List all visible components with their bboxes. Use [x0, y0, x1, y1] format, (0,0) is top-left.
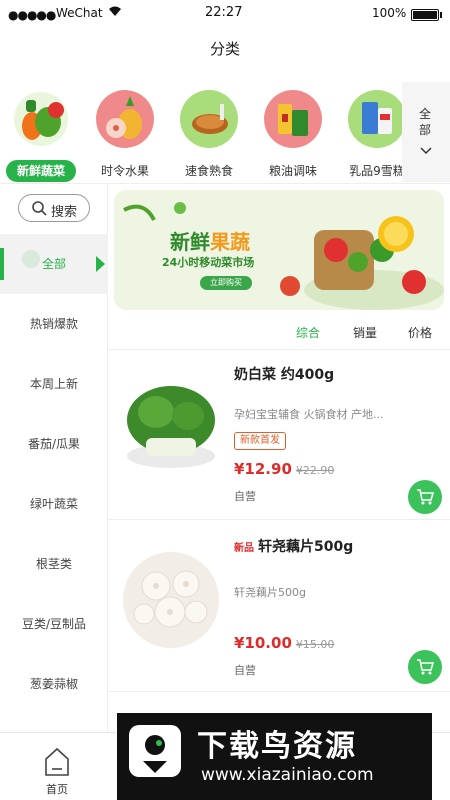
sidebar-item-all[interactable]: 全部: [0, 234, 108, 294]
product-tag: 新品: [234, 543, 254, 554]
status-bar: ●●●●● WeChat 22:27 100%: [0, 0, 450, 28]
product-badge: 新款首发: [234, 432, 286, 450]
category-strip: 新鲜蔬菜 时令水果 速食熟食 粮油调味 乳品9雪糕: [0, 82, 450, 182]
category-label: 速食熟食: [184, 164, 233, 178]
category-instant-food[interactable]: 速食熟食: [168, 90, 250, 182]
product-image: [116, 370, 226, 480]
product-image: [116, 542, 226, 652]
watermark-url: www.xiazainiao.com: [201, 765, 374, 785]
more-label: 全部: [418, 107, 431, 137]
category-grain-oil[interactable]: 粮油调味: [252, 90, 334, 182]
app-page: ●●●●● WeChat 22:27 100% 分类 新鲜蔬菜 时令水果 速食熟…: [0, 0, 450, 800]
sort-bar: 综合 销量 价格: [108, 314, 450, 350]
instant-food-image: [180, 90, 238, 148]
sidebar-item-label: 豆类/豆制品: [21, 617, 87, 631]
wifi-icon: [108, 5, 122, 20]
category-more-button[interactable]: 全部: [402, 82, 450, 182]
sidebar-item-tomato[interactable]: 番茄/瓜果: [0, 414, 108, 474]
sidebar-item-hot[interactable]: 热销爆款: [0, 294, 108, 354]
sidebar-item-label: 热销爆款: [29, 317, 78, 331]
product-desc: 孕妇宝宝辅食 火锅食材 产地...: [234, 408, 384, 421]
grain-oil-image: [264, 90, 322, 148]
sidebar-item-label: 葱姜蒜椒: [29, 677, 78, 691]
status-time: 22:27: [205, 5, 243, 20]
search-button[interactable]: 搜索: [18, 194, 90, 222]
product-price: ¥12.90 ¥22.90: [234, 460, 335, 478]
category-vegetables[interactable]: 新鲜蔬菜: [0, 90, 82, 182]
carrier-name: WeChat: [56, 6, 103, 20]
chevron-down-icon: [420, 144, 432, 158]
sidebar-item-leafy[interactable]: 绿叶蔬菜: [0, 474, 108, 534]
banner-button: 立即购买: [200, 276, 252, 290]
battery-icon: [411, 9, 439, 21]
home-icon: [45, 747, 69, 776]
watermark-brand: 下载鸟资源: [197, 729, 357, 764]
search-label: 搜索: [51, 205, 78, 220]
sidebar-item-root[interactable]: 根茎类: [0, 534, 108, 594]
category-label: 新鲜蔬菜: [6, 160, 76, 182]
sidebar-item-label: 全部: [41, 257, 66, 271]
sidebar-item-label: 番茄/瓜果: [27, 437, 81, 451]
tab-home-label: 首页: [46, 783, 68, 796]
fruits-image: [96, 90, 154, 148]
product-card[interactable]: 新品 轩尧藕片500g 轩尧藕片500g ¥10.00 ¥15.00 自营: [108, 522, 450, 692]
category-label: 粮油调味: [268, 164, 317, 178]
product-seller: 自营: [234, 664, 256, 677]
vegetables-image: [12, 90, 70, 148]
product-desc: 轩尧藕片500g: [234, 586, 306, 599]
sidebar-item-seasoning[interactable]: 葱姜蒜椒: [0, 654, 108, 714]
promo-banner[interactable]: 新鲜果蔬 24小时移动菜市场 立即购买: [114, 190, 444, 310]
banner-art: [114, 190, 444, 310]
sidebar-item-label: 根茎类: [35, 557, 72, 571]
product-name: 奶白菜 约400g: [234, 367, 335, 383]
sidebar-item-label: 绿叶蔬菜: [29, 497, 78, 511]
product-name: 新品 轩尧藕片500g: [234, 539, 354, 555]
product-card[interactable]: 奶白菜 约400g 孕妇宝宝辅食 火锅食材 产地... 新款首发 ¥12.90 ¥…: [108, 350, 450, 520]
cart-icon: [417, 659, 434, 675]
watermark: 下载鸟资源 www.xiazainiao.com: [117, 713, 432, 800]
sort-price[interactable]: 价格: [408, 324, 432, 341]
sidebar: 搜索 全部 热销爆款 本周上新 番茄/瓜果 绿叶蔬菜 根茎类 豆类/豆制品 葱姜…: [0, 184, 108, 732]
dairy-image: [348, 90, 406, 148]
add-to-cart-button[interactable]: [408, 480, 442, 514]
watermark-logo: [129, 725, 181, 777]
banner-subtitle: 24小时移动菜市场: [162, 256, 255, 269]
sidebar-item-beans[interactable]: 豆类/豆制品: [0, 594, 108, 654]
main-content: 新鲜果蔬 24小时移动菜市场 立即购买 综合 销量 价格 奶白菜 约400g 孕…: [108, 184, 450, 732]
battery-percent: 100%: [372, 6, 407, 20]
sidebar-item-label: 本周上新: [29, 377, 78, 391]
page-title: 分类: [209, 40, 240, 58]
sort-comprehensive[interactable]: 综合: [296, 324, 320, 341]
tab-home[interactable]: 首页: [30, 741, 84, 797]
category-fruits[interactable]: 时令水果: [84, 90, 166, 182]
sort-sales[interactable]: 销量: [353, 324, 377, 341]
product-price: ¥10.00 ¥15.00: [234, 634, 335, 652]
banner-title: 新鲜果蔬: [170, 230, 250, 254]
category-label: 时令水果: [100, 164, 149, 178]
search-icon: [31, 200, 47, 220]
add-to-cart-button[interactable]: [408, 650, 442, 684]
signal-indicator: ●●●●●: [8, 8, 56, 22]
product-seller: 自营: [234, 490, 256, 503]
sidebar-item-new[interactable]: 本周上新: [0, 354, 108, 414]
active-arrow-icon: [96, 256, 105, 272]
cart-icon: [417, 489, 434, 505]
